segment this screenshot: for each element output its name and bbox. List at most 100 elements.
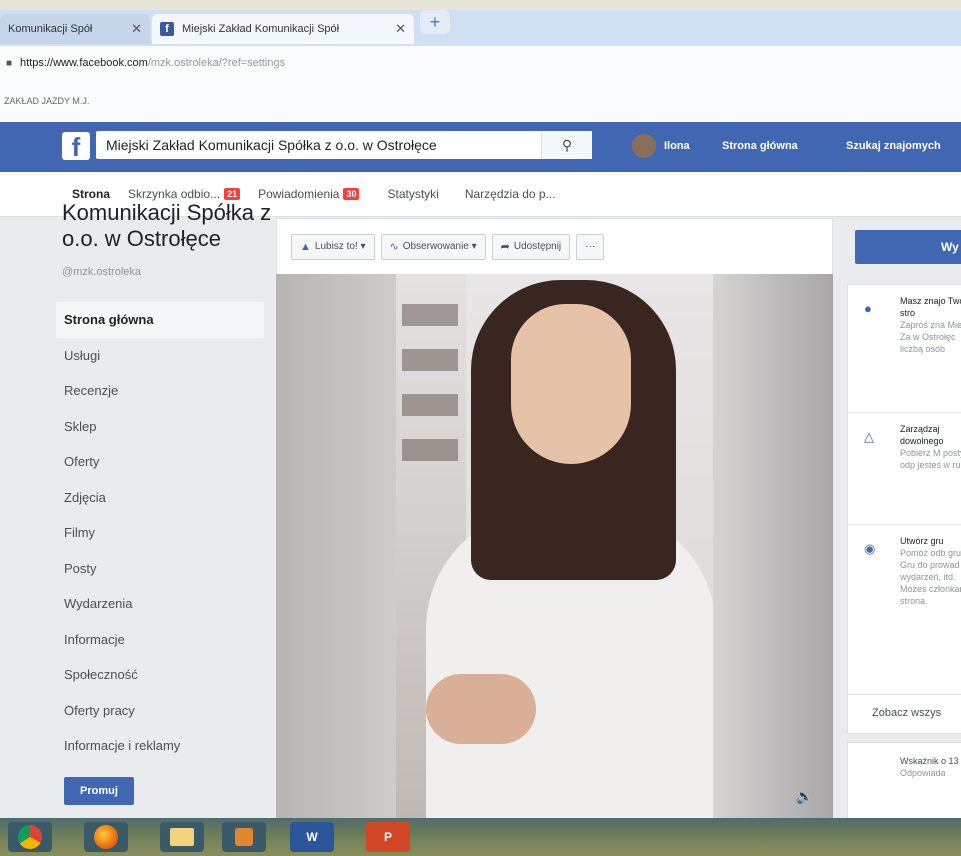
nav-home-link[interactable]: Strona główna (722, 130, 798, 162)
lock-icon: ■ (6, 57, 13, 69)
suggestion-manage[interactable]: △ Zarządzaj dowolnego Pobierz M posty i … (848, 413, 961, 525)
media-icon[interactable] (222, 822, 266, 852)
tab-notifications-label: Powiadomienia (258, 187, 340, 201)
tab-page-label: Strona (72, 187, 111, 201)
sidebar-item-services[interactable]: Usługi (56, 338, 264, 374)
tab-strip: Komunikacji Spół ✕ f Miejski Zakład Komu… (0, 10, 961, 46)
sidebar-item-jobs[interactable]: Oferty pracy (56, 693, 264, 729)
sidebar-item-videos[interactable]: Filmy (56, 515, 264, 551)
screen: Komunikacji Spół ✕ f Miejski Zakład Komu… (0, 0, 961, 856)
follow-label: Obserwowanie ▾ (402, 241, 477, 252)
tab-inbox-label: Skrzynka odbio... (128, 187, 221, 201)
tab-inbox[interactable]: Skrzynka odbio... 21 (128, 187, 241, 201)
video-blur-left (276, 274, 396, 819)
url-host: https://www.facebook.com (20, 57, 148, 69)
response-rate: Wskaźnik o 13 min (900, 756, 961, 766)
sidebar-item-photos[interactable]: Zdjęcia (56, 480, 264, 516)
share-icon: ➦ (500, 241, 510, 253)
group-icon: ◉ (864, 541, 876, 556)
share-button[interactable]: ➦ Udostępnij (491, 233, 571, 260)
notifications-badge: 30 (343, 188, 360, 200)
shelf-row (402, 349, 458, 371)
page-handle[interactable]: @mzk.ostroleka (62, 266, 141, 278)
suggestion-desc: Pobierz M posty i odp jesteś w ru (900, 448, 961, 470)
sidebar-item-reviews[interactable]: Recenzje (56, 373, 264, 409)
search-input[interactable]: Miejski Zakład Komunikacji Spółka z o.o.… (96, 131, 592, 159)
inbox-badge: 21 (224, 188, 241, 200)
response-desc: Odpowiada (900, 768, 946, 778)
new-tab-button[interactable]: + (420, 10, 450, 34)
suggestion-group[interactable]: ◉ Utwórz gru Pomóż odb grupie. Gru do pr… (848, 525, 961, 695)
like-label: Lubisz to! ▾ (314, 241, 366, 252)
page-title: Komunikacji Spółka z o.o. w Ostrołęce (62, 200, 272, 251)
nav-find-friends-link[interactable]: Szukaj znajomych (846, 130, 941, 162)
tab-notifications[interactable]: Powiadomienia 30 (258, 187, 360, 201)
share-label: Udostępnij (513, 241, 562, 252)
suggestion-title: Utwórz gru (900, 536, 944, 546)
rss-icon: ∿ (389, 241, 399, 253)
search-icon[interactable]: ⚲ (541, 131, 592, 159)
sidebar-item-events[interactable]: Wydarzenia (56, 586, 264, 622)
tab-label: Komunikacji Spół (8, 23, 93, 35)
tab-insights[interactable]: Statystyki (387, 187, 438, 201)
shelf-row (402, 439, 458, 461)
sidebar-item-home[interactable]: Strona główna (56, 302, 264, 338)
close-icon[interactable]: ✕ (131, 21, 142, 37)
chrome-icon[interactable] (8, 822, 52, 852)
primary-action-button[interactable]: Wy (855, 230, 961, 264)
suggestion-desc: Pomóż odb grupie. Gru do prowad wydarzeń… (900, 548, 961, 606)
address-bar[interactable]: ■ https://www.facebook.com /mzk.ostrolek… (0, 46, 961, 81)
sidebar: Strona główna Usługi Recenzje Sklep Ofer… (56, 302, 264, 764)
tab-insights-label: Statystyki (387, 187, 439, 201)
bookmarks-bar: ZAKŁAD JAZDY M.J. (0, 80, 961, 122)
powerpoint-icon[interactable]: P (366, 822, 410, 852)
tab-tools-label: Narzędzia do p... (464, 187, 556, 201)
suggestions-card: ● Masz znajo Twoją stro Zaproś zna Miejs… (847, 284, 961, 734)
sidebar-item-shop[interactable]: Sklep (56, 409, 264, 445)
video-person-face (511, 304, 631, 464)
taskbar (0, 818, 961, 856)
more-button[interactable]: ··· (576, 233, 605, 260)
bookmark-item[interactable]: ZAKŁAD JAZDY M.J. (4, 96, 89, 106)
tab-inactive[interactable]: Komunikacji Spół ✕ (0, 14, 150, 44)
word-icon[interactable]: W (290, 822, 334, 852)
triangle-icon: △ (864, 429, 874, 444)
search-value: Miejski Zakład Komunikacji Spółka z o.o.… (106, 137, 437, 153)
response-stats-card: Wskaźnik o 13 min Odpowiada (847, 742, 961, 822)
tab-publishing-tools[interactable]: Narzędzia do p... (465, 187, 556, 201)
thumbs-up-icon: ▲ (300, 240, 311, 253)
see-all-link[interactable]: Zobacz wszys (848, 693, 961, 733)
url-path: /mzk.ostroleka/?ref=settings (147, 57, 286, 69)
pin-icon: ● (864, 301, 872, 316)
cover-video[interactable]: 🔈 (276, 274, 833, 819)
window-border (0, 0, 961, 10)
explorer-icon[interactable] (160, 822, 204, 852)
firefox-icon[interactable] (84, 822, 128, 852)
facebook-logo-icon[interactable]: f (62, 132, 90, 160)
sidebar-item-community[interactable]: Społeczność (56, 657, 264, 693)
sidebar-item-info-ads[interactable]: Informacje i reklamy (56, 728, 264, 764)
sidebar-item-posts[interactable]: Posty (56, 551, 264, 587)
tab-page[interactable]: Strona (72, 187, 110, 201)
promote-button[interactable]: Promuj (64, 777, 134, 805)
avatar (632, 134, 656, 158)
facebook-icon: f (160, 22, 174, 36)
tab-label: Miejski Zakład Komunikacji Spół (182, 23, 340, 35)
video-blur-right (713, 274, 833, 819)
user-name: Ilona (664, 140, 690, 152)
speaker-muted-icon[interactable]: 🔈 (796, 788, 813, 805)
sidebar-item-offers[interactable]: Oferty (56, 444, 264, 480)
page-action-bar: ▲ Lubisz to! ▾ ∿ Obserwowanie ▾ ➦ Udostępni… (276, 218, 833, 274)
suggestion-desc: Zaproś zna Miejski Za w Ostrołęc liczbą … (900, 320, 961, 354)
like-button[interactable]: ▲ Lubisz to! ▾ (291, 233, 375, 260)
suggestion-title: Zarządzaj dowolnego (900, 424, 944, 446)
suggestion-title: Masz znajo Twoją stro (900, 296, 961, 318)
follow-button[interactable]: ∿ Obserwowanie ▾ (380, 233, 486, 260)
shelf-row (402, 304, 458, 326)
tab-active[interactable]: f Miejski Zakład Komunikacji Spół ✕ (152, 14, 414, 44)
shelf-row (402, 394, 458, 416)
profile-link[interactable]: Ilona (632, 130, 690, 162)
sidebar-item-about[interactable]: Informacje (56, 622, 264, 658)
suggestion-invite[interactable]: ● Masz znajo Twoją stro Zaproś zna Miejs… (848, 285, 961, 413)
close-icon[interactable]: ✕ (395, 21, 406, 37)
